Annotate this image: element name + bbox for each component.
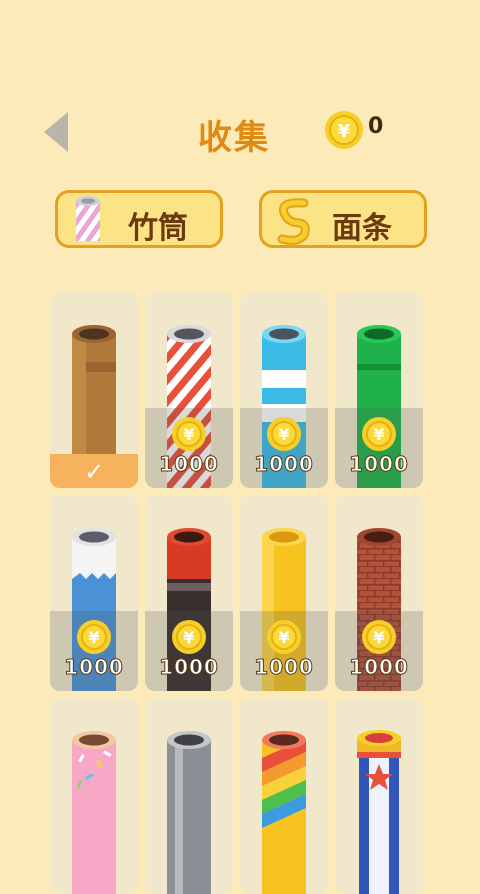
noodle-icon xyxy=(277,198,310,245)
item-price: 1000 xyxy=(349,452,409,477)
svg-text:¥: ¥ xyxy=(373,425,384,444)
category-noodle-label: 面条 xyxy=(332,211,392,246)
category-straw-button[interactable]: 竹筒 xyxy=(55,190,223,248)
svg-text:¥: ¥ xyxy=(88,628,99,647)
item-card-candy-stripe-tube[interactable]: ¥ 1000 xyxy=(145,292,233,488)
svg-text:¥: ¥ xyxy=(183,425,194,444)
item-price: 1000 xyxy=(349,655,409,680)
item-card-sprinkle-tube[interactable] xyxy=(50,698,138,894)
top-bar: 收集 ¥ 0 xyxy=(0,100,480,164)
item-card-brick-tube[interactable]: ¥ 1000 xyxy=(335,495,423,691)
item-price: 1000 xyxy=(64,655,124,680)
svg-text:¥: ¥ xyxy=(278,425,289,444)
coin-icon: ¥ xyxy=(172,620,206,654)
item-card-silver-blue-tube[interactable]: ¥ 1000 xyxy=(50,495,138,691)
sprinkle-tube-icon xyxy=(72,731,116,894)
firework-tube-icon xyxy=(357,730,401,894)
steel-tube-icon xyxy=(167,731,211,894)
item-card-yellow-tube[interactable]: ¥ 1000 xyxy=(240,495,328,691)
straw-icon xyxy=(76,196,100,241)
category-straw-label: 竹筒 xyxy=(128,211,188,246)
coin-icon: ¥ xyxy=(325,111,363,149)
item-card-steel-tube[interactable] xyxy=(145,698,233,894)
rainbow-tube-icon xyxy=(262,731,306,894)
svg-text:¥: ¥ xyxy=(183,628,194,647)
item-card-blue-white-tube[interactable]: ¥ 1000 xyxy=(240,292,328,488)
coin-icon: ¥ xyxy=(362,417,396,451)
item-card-green-tube[interactable]: ¥ 1000 xyxy=(335,292,423,488)
item-price: 1000 xyxy=(254,452,314,477)
coin-icon: ¥ xyxy=(267,620,301,654)
coin-count: 0 xyxy=(368,114,384,139)
item-price: 1000 xyxy=(159,655,219,680)
item-card-brown-tube[interactable]: ✓ xyxy=(50,292,138,488)
svg-text:¥: ¥ xyxy=(373,628,384,647)
back-arrow-icon[interactable] xyxy=(40,110,74,154)
item-price: 1000 xyxy=(159,452,219,477)
coin-icon: ¥ xyxy=(362,620,396,654)
coin-icon: ¥ xyxy=(172,417,206,451)
item-price: 1000 xyxy=(254,655,314,680)
item-card-rainbow-tube[interactable] xyxy=(240,698,328,894)
item-card-red-black-tube[interactable]: ¥ 1000 xyxy=(145,495,233,691)
item-card-firework-tube[interactable] xyxy=(335,698,423,894)
coin-icon: ¥ xyxy=(267,417,301,451)
coin-icon: ¥ xyxy=(77,620,111,654)
check-icon: ✓ xyxy=(83,458,105,486)
svg-text:¥: ¥ xyxy=(338,121,351,142)
page-title: 收集 xyxy=(198,118,270,158)
category-noodle-button[interactable]: 面条 xyxy=(259,190,427,248)
svg-text:¥: ¥ xyxy=(278,628,289,647)
